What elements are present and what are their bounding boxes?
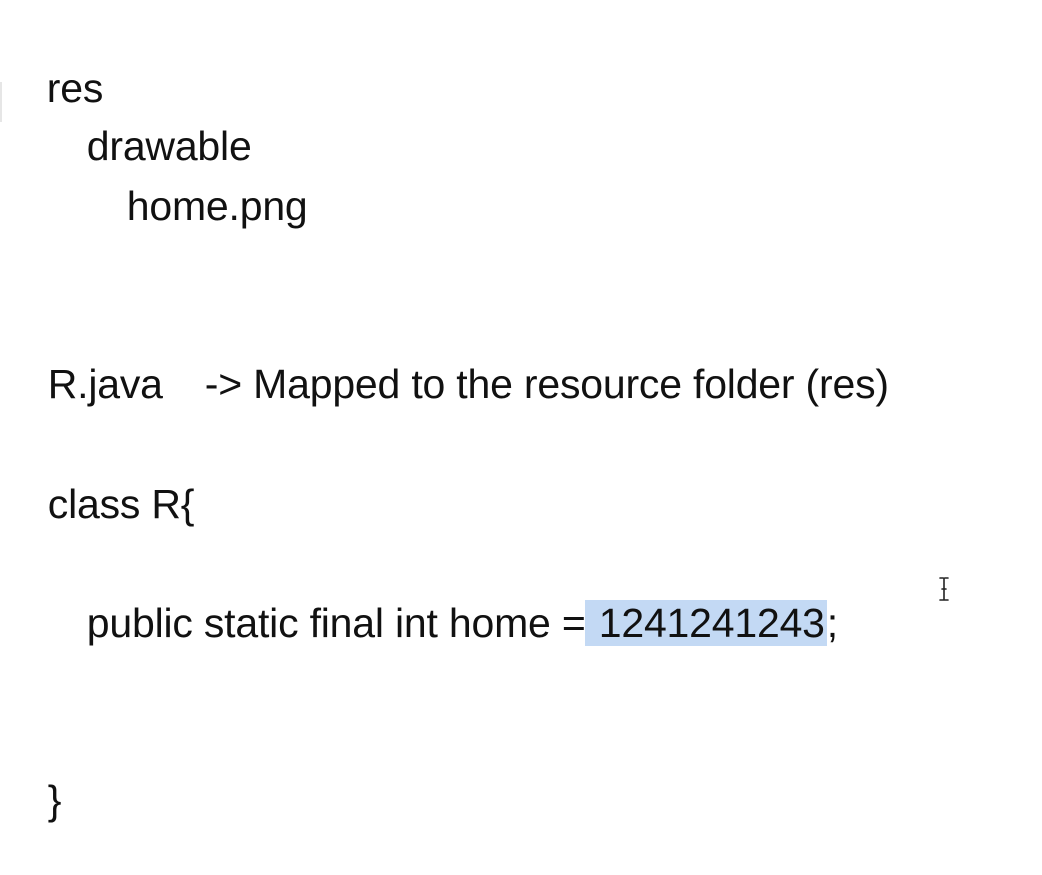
file-home-png: home.png [82, 131, 308, 281]
r-java-label: R.java [47, 361, 163, 407]
selected-field-value[interactable]: 1241241243 [584, 600, 827, 646]
field-declaration-line[interactable]: public static final int home = 124124124… [42, 548, 838, 698]
document-page: res drawable home.png R.java -> Mapped to… [0, 0, 1042, 823]
class-close-line: } [3, 725, 62, 875]
mapping-text: -> Mapped to the resource folder (res) [204, 361, 889, 407]
file-home-png-label: home.png [126, 183, 308, 229]
field-prefix: public static final int home = [86, 600, 597, 646]
class-open-text: class R{ [47, 481, 195, 527]
class-close-text: } [47, 777, 62, 823]
text-cursor-ibeam-icon [939, 577, 949, 601]
field-suffix: ; [826, 600, 838, 646]
